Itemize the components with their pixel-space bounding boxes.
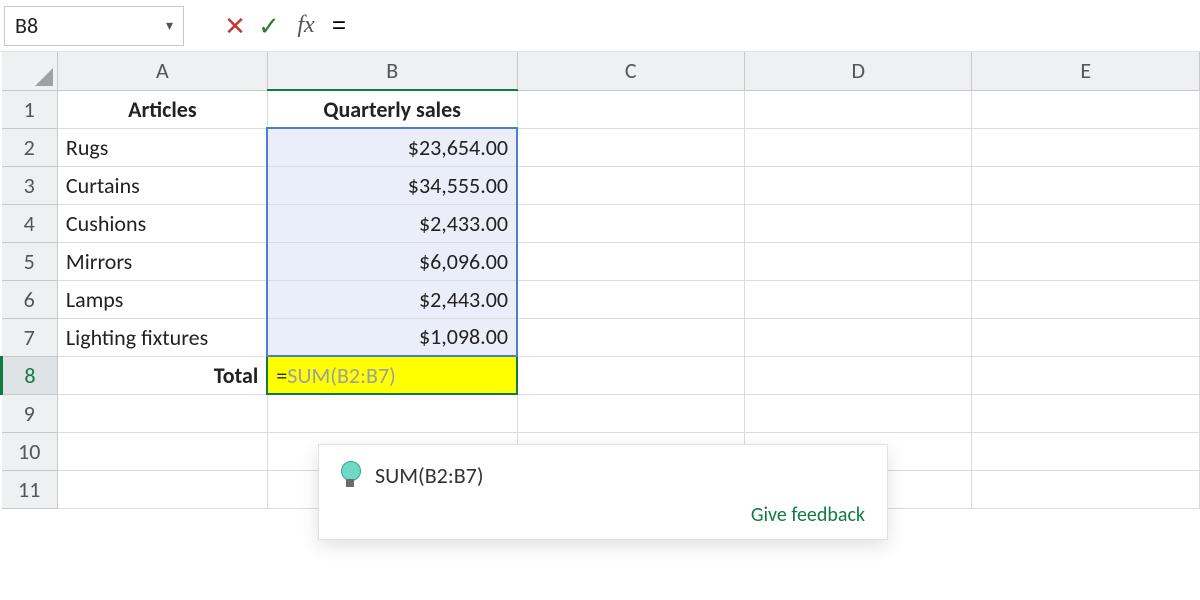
row-header-9[interactable]: 9: [2, 394, 58, 432]
column-header-B[interactable]: B: [267, 52, 517, 90]
cell-E7[interactable]: [972, 318, 1200, 356]
column-header-A[interactable]: A: [57, 52, 267, 90]
name-box-value: B8: [15, 12, 38, 39]
cell-A6[interactable]: Lamps: [57, 280, 267, 318]
cell-E5[interactable]: [972, 242, 1200, 280]
cell-C9[interactable]: [517, 394, 744, 432]
cell-A4[interactable]: Cushions: [57, 204, 267, 242]
cell-B2[interactable]: $23,654.00: [267, 128, 517, 166]
column-header-E[interactable]: E: [972, 52, 1200, 90]
row-header-7[interactable]: 7: [2, 318, 58, 356]
formula-input[interactable]: [326, 6, 1192, 46]
cell-C2[interactable]: [517, 128, 744, 166]
cancel-button[interactable]: ✕: [218, 6, 252, 46]
cell-A7[interactable]: Lighting fixtures: [57, 318, 267, 356]
cell-C8[interactable]: [517, 356, 744, 394]
cell-A3[interactable]: Curtains: [57, 166, 267, 204]
cell-E3[interactable]: [972, 166, 1200, 204]
cell-D9[interactable]: [745, 394, 972, 432]
cell-E9[interactable]: [972, 394, 1200, 432]
select-all-corner[interactable]: [2, 52, 58, 90]
formula-bar: B8 ▾ ✕ ✓ fx: [0, 0, 1200, 52]
row-header-11[interactable]: 11: [2, 470, 58, 508]
cell-A1[interactable]: Articles: [57, 90, 267, 128]
cell-B4[interactable]: $2,433.00: [267, 204, 517, 242]
formula-body: SUM(B2:B7): [287, 362, 396, 389]
cell-E8[interactable]: [972, 356, 1200, 394]
cell-B1[interactable]: Quarterly sales: [267, 90, 517, 128]
formula-suggestion-text: SUM(B2:B7): [375, 462, 484, 489]
cell-C5[interactable]: [517, 242, 744, 280]
cell-B3[interactable]: $34,555.00: [267, 166, 517, 204]
name-box[interactable]: B8 ▾: [4, 6, 184, 46]
give-feedback-link[interactable]: Give feedback: [335, 495, 871, 531]
column-header-D[interactable]: D: [745, 52, 972, 90]
row-header-6[interactable]: 6: [2, 280, 58, 318]
cell-D4[interactable]: [745, 204, 972, 242]
formula-suggestion-popup: SUM(B2:B7) Give feedback: [318, 444, 888, 540]
cell-E1[interactable]: [972, 90, 1200, 128]
row-header-4[interactable]: 4: [2, 204, 58, 242]
cell-C6[interactable]: [517, 280, 744, 318]
cell-C3[interactable]: [517, 166, 744, 204]
cell-D1[interactable]: [745, 90, 972, 128]
cell-E10[interactable]: [972, 432, 1200, 470]
cell-C1[interactable]: [517, 90, 744, 128]
cell-D2[interactable]: [745, 128, 972, 166]
spreadsheet-grid[interactable]: A B C D E 1 Articles Quarterly sales 2 R…: [0, 52, 1200, 509]
cell-B7[interactable]: $1,098.00: [267, 318, 517, 356]
cell-D3[interactable]: [745, 166, 972, 204]
formula-equals: =: [276, 362, 287, 389]
cell-A5[interactable]: Mirrors: [57, 242, 267, 280]
row-header-10[interactable]: 10: [2, 432, 58, 470]
cell-D8[interactable]: [745, 356, 972, 394]
formula-suggestion-item[interactable]: SUM(B2:B7): [335, 455, 871, 495]
row-header-8[interactable]: 8: [2, 356, 58, 394]
cell-C4[interactable]: [517, 204, 744, 242]
cell-B9[interactable]: [267, 394, 517, 432]
column-header-C[interactable]: C: [517, 52, 744, 90]
chevron-down-icon[interactable]: ▾: [166, 17, 173, 34]
cell-E11[interactable]: [972, 470, 1200, 508]
accept-button[interactable]: ✓: [252, 6, 286, 46]
cell-D5[interactable]: [745, 242, 972, 280]
row-header-1[interactable]: 1: [2, 90, 58, 128]
cell-B5[interactable]: $6,096.00: [267, 242, 517, 280]
row-header-2[interactable]: 2: [2, 128, 58, 166]
row-header-3[interactable]: 3: [2, 166, 58, 204]
cell-B8[interactable]: =SUM(B2:B7): [267, 356, 517, 394]
cell-E6[interactable]: [972, 280, 1200, 318]
row-header-5[interactable]: 5: [2, 242, 58, 280]
cell-E4[interactable]: [972, 204, 1200, 242]
cell-A11[interactable]: [57, 470, 267, 508]
cell-D7[interactable]: [745, 318, 972, 356]
fx-label[interactable]: fx: [286, 12, 326, 39]
cell-A9[interactable]: [57, 394, 267, 432]
cell-A10[interactable]: [57, 432, 267, 470]
cell-D6[interactable]: [745, 280, 972, 318]
cell-A2[interactable]: Rugs: [57, 128, 267, 166]
lightbulb-icon: [339, 461, 361, 489]
cell-E2[interactable]: [972, 128, 1200, 166]
check-icon: ✓: [258, 10, 280, 42]
close-icon: ✕: [224, 10, 246, 42]
cell-C7[interactable]: [517, 318, 744, 356]
cell-A8[interactable]: Total: [57, 356, 267, 394]
cell-B6[interactable]: $2,443.00: [267, 280, 517, 318]
